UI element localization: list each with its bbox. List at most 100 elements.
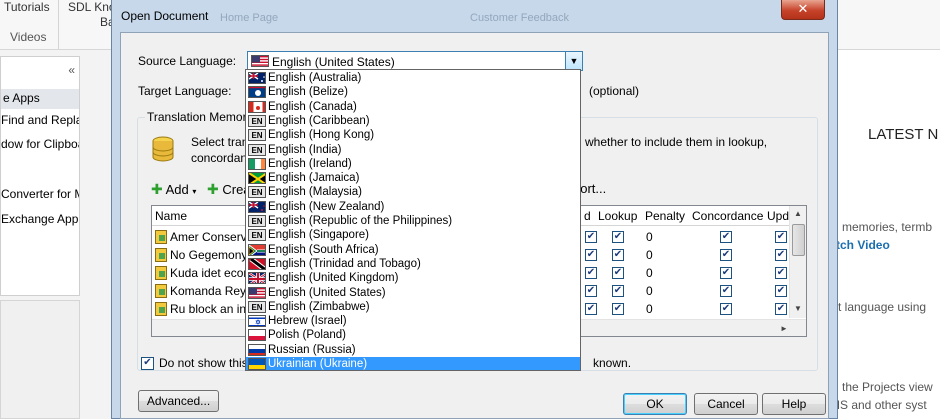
chevron-down-icon[interactable]: ▼ xyxy=(565,52,582,70)
scroll-down-icon[interactable]: ▼ xyxy=(794,304,802,313)
language-option[interactable]: EN English (Zimbabwe) xyxy=(246,300,580,314)
enabled-checkbox[interactable]: ✔ xyxy=(585,303,597,315)
tm-description-cont: whether to include them in lookup, xyxy=(585,135,768,149)
concordance-checkbox[interactable]: ✔ xyxy=(720,267,732,279)
language-option[interactable]: English (Jamaica) xyxy=(246,171,580,185)
language-option[interactable]: EN English (Republic of the Philippines) xyxy=(246,214,580,228)
ghost-label: Customer Feedback xyxy=(470,12,570,24)
enabled-checkbox[interactable]: ✔ xyxy=(585,231,597,243)
column-header-concordance[interactable]: Concordance xyxy=(692,209,763,223)
news-text: n the Projects view xyxy=(832,380,933,394)
language-option-label: English (Canada) xyxy=(268,100,357,113)
language-option-label: English (Australia) xyxy=(268,72,362,84)
penalty-value[interactable]: 0 xyxy=(646,248,653,262)
translation-memory-icon xyxy=(155,248,167,262)
language-option[interactable]: Ukrainian (Ukraine) xyxy=(246,357,580,370)
concordance-checkbox[interactable]: ✔ xyxy=(720,303,732,315)
apps-item[interactable]: Converter for M xyxy=(1,187,79,201)
us-flag-icon xyxy=(251,55,269,67)
language-option[interactable]: EN English (Caribbean) xyxy=(246,114,580,128)
language-option[interactable]: EN English (India) xyxy=(246,143,580,157)
ribbon-tab-tutorials[interactable]: Tutorials xyxy=(4,0,50,14)
language-option[interactable]: EN English (Malaysia) xyxy=(246,185,580,199)
enabled-checkbox[interactable]: ✔ xyxy=(585,267,597,279)
language-option-label: English (Trinidad and Tobago) xyxy=(268,257,421,270)
apps-item[interactable]: Exchange App xyxy=(1,212,79,226)
column-header-name[interactable]: Name xyxy=(155,209,187,223)
watch-video-link[interactable]: tch Video xyxy=(836,238,890,252)
ca-flag-icon xyxy=(248,100,266,113)
lookup-checkbox[interactable]: ✔ xyxy=(612,303,624,315)
language-option[interactable]: EN English (Singapore) xyxy=(246,228,580,242)
language-option[interactable]: Polish (Poland) xyxy=(246,328,580,342)
nz-flag-icon xyxy=(248,200,266,213)
language-option[interactable]: English (United Kingdom) xyxy=(246,271,580,285)
language-option[interactable]: English (New Zealand) xyxy=(246,200,580,214)
penalty-value[interactable]: 0 xyxy=(646,302,653,316)
update-checkbox[interactable]: ✔ xyxy=(775,231,787,243)
language-option[interactable]: EN English (Hong Kong) xyxy=(246,128,580,142)
language-option[interactable]: Russian (Russia) xyxy=(246,343,580,357)
column-header-lookup[interactable]: Lookup xyxy=(598,209,637,223)
penalty-value[interactable]: 0 xyxy=(646,266,653,280)
lookup-checkbox[interactable]: ✔ xyxy=(612,267,624,279)
apps-item[interactable]: dow for Clipboa xyxy=(1,137,79,151)
language-option-label: English (New Zealand) xyxy=(268,200,385,213)
update-checkbox[interactable]: ✔ xyxy=(775,285,787,297)
ok-button[interactable]: OK xyxy=(623,393,687,415)
penalty-value[interactable]: 0 xyxy=(646,230,653,244)
language-option[interactable]: English (Ireland) xyxy=(246,157,580,171)
translation-memory-icon xyxy=(155,302,167,316)
language-option-label: Ukrainian (Ukraine) xyxy=(268,358,368,370)
collapse-chevron-icon[interactable]: « xyxy=(68,63,75,77)
scroll-right-icon[interactable]: ► xyxy=(780,324,788,333)
update-checkbox[interactable]: ✔ xyxy=(775,249,787,261)
cancel-button[interactable]: Cancel xyxy=(694,393,758,415)
enabled-checkbox[interactable]: ✔ xyxy=(585,249,597,261)
translation-memory-icon xyxy=(155,284,167,298)
language-option[interactable]: English (Australia) xyxy=(246,71,580,85)
create-tm-button[interactable]: ✚ Crea xyxy=(207,181,251,198)
penalty-value[interactable]: 0 xyxy=(646,284,653,298)
language-option[interactable]: English (Canada) xyxy=(246,100,580,114)
advanced-button[interactable]: Advanced... xyxy=(138,390,219,412)
column-header-enabled[interactable]: d xyxy=(584,209,591,223)
lookup-checkbox[interactable]: ✔ xyxy=(612,249,624,261)
language-option[interactable]: Hebrew (Israel) xyxy=(246,314,580,328)
background-lower-panel xyxy=(0,300,80,419)
language-option[interactable]: English (Trinidad and Tobago) xyxy=(246,257,580,271)
add-tm-button[interactable]: ✚ Add ▾ xyxy=(151,181,196,198)
source-language-combo[interactable]: English (United States) ▼ xyxy=(247,51,583,71)
us-flag-icon xyxy=(248,286,266,299)
lookup-checkbox[interactable]: ✔ xyxy=(612,285,624,297)
scroll-up-icon[interactable]: ▲ xyxy=(794,209,802,218)
update-checkbox[interactable]: ✔ xyxy=(775,303,787,315)
apps-item[interactable]: Find and Repla xyxy=(1,113,79,127)
concordance-checkbox[interactable]: ✔ xyxy=(720,285,732,297)
translation-memory-icon xyxy=(155,230,167,244)
language-dropdown-list[interactable]: English (Australia) English (Belize) Engli… xyxy=(245,69,581,371)
tt-flag-icon xyxy=(248,257,266,270)
language-option[interactable]: English (South Africa) xyxy=(246,243,580,257)
column-header-penalty[interactable]: Penalty xyxy=(645,209,685,223)
language-option-label: Polish (Poland) xyxy=(268,329,346,342)
dialog-titlebar[interactable]: Open Document Home Page Customer Feedbac… xyxy=(112,0,837,32)
language-option[interactable]: English (Belize) xyxy=(246,85,580,99)
help-button[interactable]: Help xyxy=(762,393,826,415)
concordance-checkbox[interactable]: ✔ xyxy=(720,249,732,261)
plus-icon: ✚ xyxy=(207,181,219,197)
enabled-checkbox[interactable]: ✔ xyxy=(585,285,597,297)
grid-vertical-scrollbar[interactable]: ▲ ▼ xyxy=(789,206,806,318)
ribbon-tab-sdl[interactable]: SDL Kno xyxy=(68,0,116,14)
scroll-thumb[interactable] xyxy=(792,224,805,256)
update-checkbox[interactable]: ✔ xyxy=(775,267,787,279)
jm-flag-icon xyxy=(248,172,266,185)
ie-flag-icon xyxy=(248,157,266,170)
concordance-checkbox[interactable]: ✔ xyxy=(720,231,732,243)
do-not-show-checkbox[interactable]: ✔ xyxy=(141,357,154,370)
lookup-checkbox[interactable]: ✔ xyxy=(612,231,624,243)
close-button[interactable]: ✕ xyxy=(781,0,825,20)
column-header-update[interactable]: Upd xyxy=(767,209,789,223)
ribbon-group-videos: Videos xyxy=(10,30,47,44)
language-option[interactable]: English (United States) xyxy=(246,286,580,300)
